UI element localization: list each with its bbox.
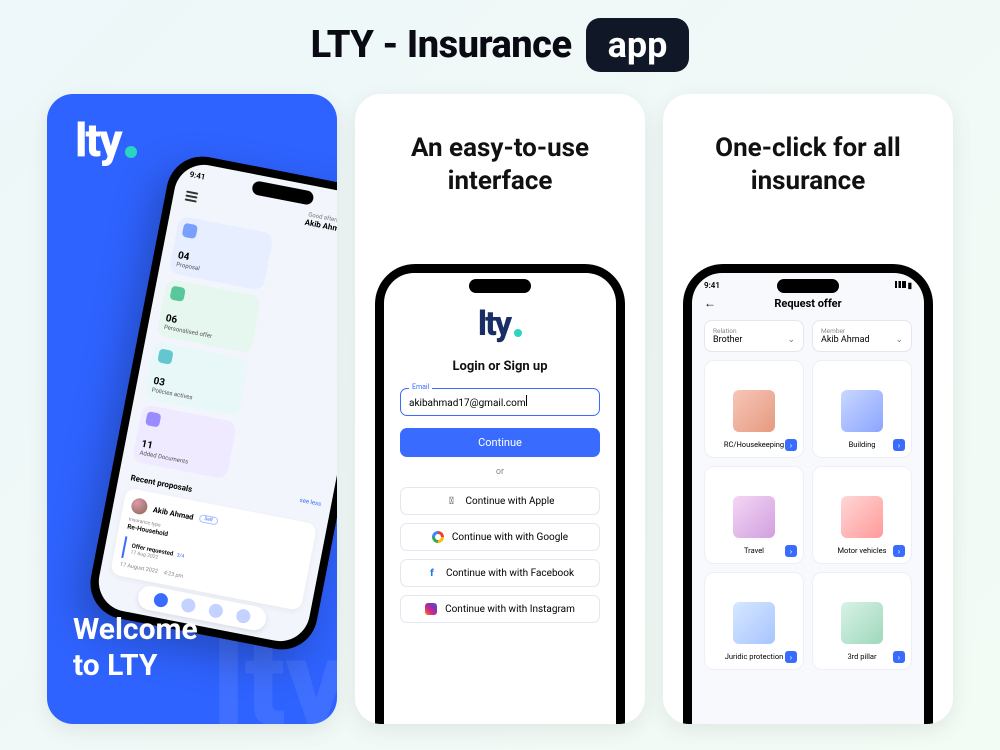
category-illustration-icon [733,390,775,432]
dashboard-cards: 04Proposal06Personalised offer03Policies… [121,206,337,508]
category-label: Motor vehicles [838,546,887,555]
social-google-button[interactable]: Continue with with Google [400,523,600,551]
greeting: Good afternoon Akib Ahmad [304,211,337,235]
google-icon [432,531,444,543]
category-label: Juridic protection [725,652,784,661]
apple-icon:  [446,495,458,507]
relation-select[interactable]: Relation Brother ⌄ [704,320,804,352]
cursor-icon [526,395,527,406]
status-icons: ▮ [895,281,912,290]
email-field[interactable]: Email akibahmad17@gmail.com [400,388,600,416]
phone-dashboard: 9:41 ▮ Good afternoon Akib Ahmad 04Propo… [84,150,337,655]
menu-icon[interactable] [185,191,199,203]
notch-icon [777,279,839,293]
category-label: Building [849,440,876,449]
lty-logo: lty [75,118,137,164]
phone-login: lty Login or Sign up Email akibahmad17@g… [375,264,625,724]
member-value: Akib Ahmad [821,335,870,345]
relation-label: Relation [713,327,795,335]
screen-title: Request offer [774,297,841,310]
category-label: 3rd pillar [847,652,876,661]
go-icon: › [785,651,797,663]
category-illustration-icon [841,496,883,538]
social-instagram-button[interactable]: Continue with with Instagram [400,595,600,623]
relation-value: Brother [713,335,742,345]
proposal-avatar [130,497,149,516]
back-icon[interactable]: ← [704,296,716,310]
title-pill: app [586,18,690,72]
dashboard-card[interactable]: 11Added Documents [132,404,237,479]
category-illustration-icon [733,602,775,644]
status-time: 9:41 [704,281,720,290]
or-divider: or [384,467,616,477]
notch-icon [469,279,531,293]
continue-button[interactable]: Continue [400,428,600,457]
card-icon [182,223,198,239]
login-title: Login or Sign up [384,359,616,374]
social-apple-button[interactable]:  Continue with Apple [400,487,600,515]
proposal-name: Akib Ahmad [152,505,194,522]
dashboard-card[interactable]: 03Policies actives [144,341,249,416]
member-select[interactable]: Member Akib Ahmad ⌄ [812,320,912,352]
chevron-down-icon: ⌄ [787,335,795,345]
category-card[interactable]: Building › [812,360,912,458]
dashboard-card[interactable]: 04Proposal [169,216,274,291]
page-title: LTY - Insurance [311,23,572,67]
category-grid: RC/Housekeeping›Building›Travel›Motor ve… [692,360,924,670]
panel-welcome: lty lty 9:41 ▮ Good afternoon Akib Ahmad [47,94,337,724]
login-logo-text: lty [478,307,510,341]
category-card[interactable]: Juridic protection› [704,572,804,670]
go-icon: › [893,439,905,451]
chevron-down-icon: ⌄ [895,335,903,345]
go-icon: › [893,545,905,557]
panel-offer: One-click for all insurance 9:41 ▮ ← Req… [663,94,953,724]
go-icon: › [785,439,797,451]
category-illustration-icon [733,496,775,538]
category-card[interactable]: RC/Housekeeping› [704,360,804,458]
email-value: akibahmad17@gmail.com [409,398,526,409]
panel-offer-headline: One-click for all insurance [663,94,953,199]
page-title-row: LTY - Insurance app [0,0,1000,80]
go-icon: › [785,545,797,557]
card-icon [157,348,173,364]
offer-ratio: 3/4 [176,552,185,559]
panel-login: An easy-to-use interface lty Login or Si… [355,94,645,724]
card-icon [169,286,185,302]
social-label: Continue with Apple [466,496,555,507]
instagram-icon [425,603,437,615]
go-icon: › [893,651,905,663]
self-tag: Self [199,514,219,525]
social-label: Continue with with Facebook [446,568,574,579]
dashboard-card[interactable]: 06Personalised offer [156,278,261,353]
category-illustration-icon [841,602,883,644]
member-label: Member [821,327,903,335]
social-facebook-button[interactable]: f Continue with with Facebook [400,559,600,587]
category-label: RC/Housekeeping [724,440,784,449]
panel-login-headline: An easy-to-use interface [355,94,645,199]
card-icon [145,411,161,427]
login-logo: lty [384,307,616,341]
category-card[interactable]: Travel › [704,466,804,564]
login-logo-dot-icon [514,329,522,337]
phone-request-offer: 9:41 ▮ ← Request offer Relation Brother … [683,264,933,724]
social-label: Continue with with Google [452,532,568,543]
lty-logo-text: lty [75,118,121,164]
category-label: Travel [744,546,764,555]
email-label: Email [409,383,432,391]
category-card[interactable]: Motor vehicles › [812,466,912,564]
category-illustration-icon [841,390,883,432]
category-card[interactable]: 3rd pillar › [812,572,912,670]
facebook-icon: f [426,567,438,579]
welcome-text: Welcome to LTY [73,612,198,684]
panels: lty lty 9:41 ▮ Good afternoon Akib Ahmad [0,80,1000,724]
social-label: Continue with with Instagram [445,604,575,615]
lty-logo-dot-icon [125,146,137,158]
